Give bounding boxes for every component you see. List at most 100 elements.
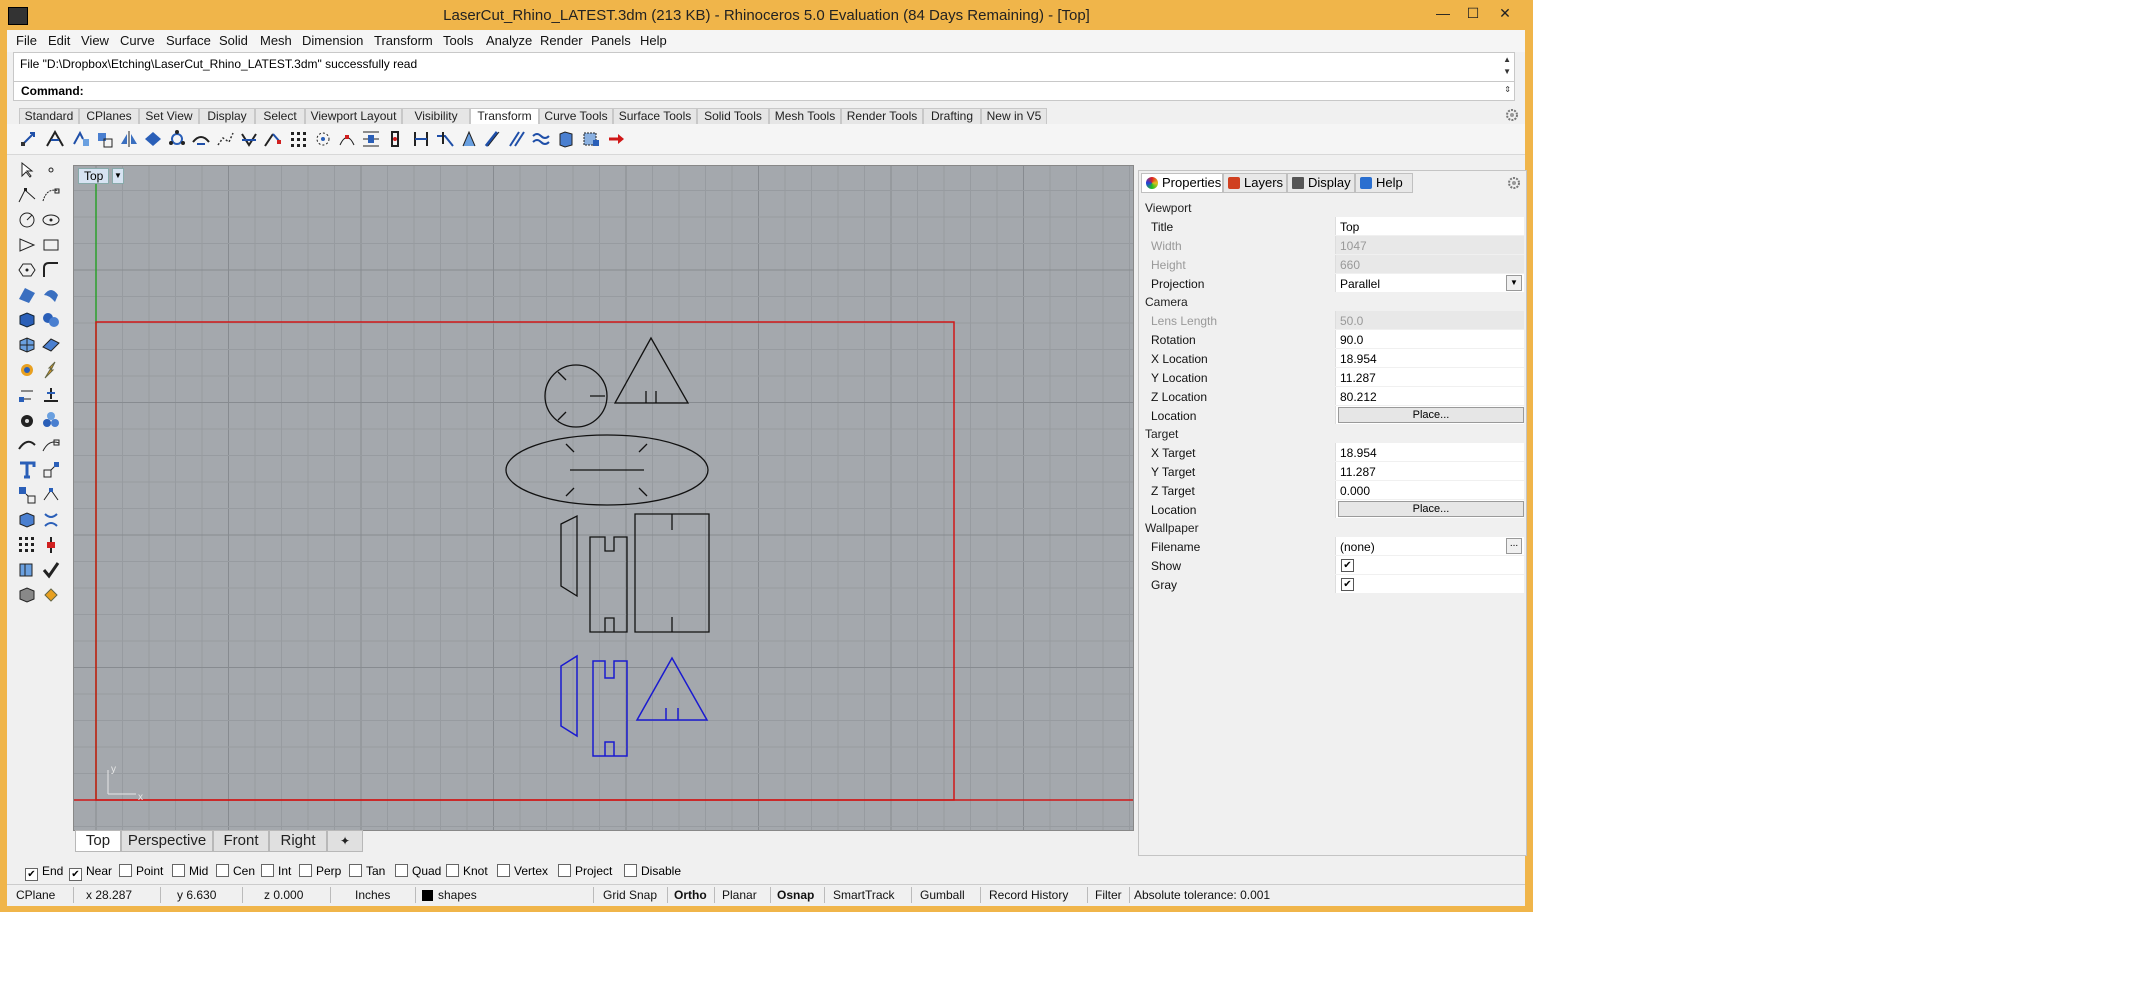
tab-set-view[interactable]: Set View [139,108,199,124]
command-history[interactable]: File "D:\Dropbox\Etching\LaserCut_Rhino_… [13,52,1515,82]
menu-solid[interactable]: Solid [219,33,248,48]
array-icon[interactable] [167,130,187,148]
paint-bucket-icon[interactable] [41,585,61,605]
arc-icon[interactable] [17,235,37,255]
projection-select[interactable]: Parallel ▼ [1335,274,1524,292]
gear-circle-shape[interactable] [544,364,608,428]
viewport-title-label[interactable]: Top [78,168,110,184]
menu-mesh[interactable]: Mesh [260,33,292,48]
command-input[interactable] [88,83,1488,97]
align-icon[interactable] [361,130,381,148]
osnap-knot-checkbox[interactable] [446,864,459,877]
tab-right[interactable]: Right [269,830,327,852]
y-location-value[interactable]: 11.287 [1335,368,1524,386]
filename-value[interactable]: (none)... [1335,537,1524,555]
scale-icon[interactable] [95,130,115,148]
osnap-near[interactable]: ✔ Near [69,864,112,881]
edit-points-icon[interactable] [41,485,61,505]
camera-place-button[interactable]: Place... [1338,407,1524,423]
polyline-icon[interactable] [17,185,37,205]
osnap-mid-checkbox[interactable] [172,864,185,877]
maximize-button[interactable]: ☐ [1458,2,1488,24]
lightning-icon[interactable] [41,360,61,380]
text-object-icon[interactable] [17,460,37,480]
osnap-vertex-checkbox[interactable] [497,864,510,877]
tab-surface-tools[interactable]: Surface Tools [613,108,697,124]
taper-icon[interactable] [239,130,259,148]
small-side-panel-shape[interactable] [560,514,578,598]
smash-icon[interactable] [435,130,455,148]
select-arrow-icon[interactable] [17,160,37,180]
tab-properties[interactable]: Properties [1141,173,1223,193]
status-units[interactable]: Inches [355,888,390,902]
curve-icon[interactable] [41,185,61,205]
menu-panels[interactable]: Panels [591,33,631,48]
mesh-tools-icon[interactable] [41,335,61,355]
record-history-toggle[interactable]: Record History [989,888,1068,902]
y-target-value[interactable]: 11.287 [1335,462,1524,480]
osnap-end-checkbox[interactable]: ✔ [25,868,38,881]
title-value[interactable]: Top [1335,217,1524,235]
tab-display-panel[interactable]: Display [1287,173,1355,193]
shade-icon[interactable] [17,585,37,605]
x-target-value[interactable]: 18.954 [1335,443,1524,461]
rectangle-icon[interactable] [41,235,61,255]
toolbar-settings-gear-icon[interactable] [1505,108,1519,122]
solid-tools-icon[interactable] [17,410,37,430]
next-arrow-icon[interactable] [607,130,627,148]
flow-along-surface-icon[interactable] [531,130,551,148]
polygon-icon[interactable] [17,260,37,280]
osnap-project[interactable]: Project [558,864,612,878]
panel-settings-gear-icon[interactable] [1507,176,1521,190]
mirror-icon[interactable] [119,130,139,148]
top-viewport[interactable]: y x Top ▼ [73,165,1134,831]
rotation-value[interactable]: 90.0 [1335,330,1524,348]
menu-help[interactable]: Help [640,33,667,48]
tab-perspective[interactable]: Perspective [121,830,213,852]
osnap-perp-checkbox[interactable] [299,864,312,877]
title-bar[interactable]: LaserCut_Rhino_LATEST.3dm (213 KB) - Rhi… [0,0,1533,30]
z-target-value[interactable]: 0.000 [1335,481,1524,499]
shear-icon[interactable] [459,130,479,148]
stretch-icon[interactable] [483,130,503,148]
tab-mesh-tools[interactable]: Mesh Tools [769,108,841,124]
scale-tool-icon[interactable] [41,460,61,480]
menu-dimension[interactable]: Dimension [302,33,363,48]
array-curve-icon[interactable] [337,130,357,148]
osnap-near-checkbox[interactable]: ✔ [69,868,82,881]
projection-chevron-down-icon[interactable]: ▼ [1506,275,1522,291]
boolean-union-icon[interactable] [41,310,61,330]
menu-file[interactable]: File [16,33,37,48]
grid-snap-toggle[interactable]: Grid Snap [603,888,657,902]
surface-from-points-icon[interactable] [17,285,37,305]
pipe-icon[interactable] [41,535,61,555]
tab-display[interactable]: Display [199,108,255,124]
bounding-box-icon[interactable] [581,130,601,148]
tab-visibility[interactable]: Visibility [402,108,470,124]
browse-filename-button[interactable]: ... [1506,538,1522,554]
scroll-down-icon[interactable]: ▼ [1503,67,1511,76]
set-points-icon[interactable] [385,130,405,148]
splop-icon[interactable] [507,130,527,148]
group-icon[interactable] [41,410,61,430]
tab-curve-tools[interactable]: Curve Tools [539,108,613,124]
tab-select[interactable]: Select [255,108,305,124]
osnap-int[interactable]: Int [261,864,291,878]
osnap-quad-checkbox[interactable] [395,864,408,877]
menu-tools[interactable]: Tools [443,33,473,48]
osnap-toggle[interactable]: Osnap [777,888,814,902]
status-current-layer[interactable]: shapes [438,888,477,902]
project-icon[interactable] [411,130,431,148]
selected-slotted-panel-shape[interactable] [592,660,628,757]
mesh-box-icon[interactable] [17,335,37,355]
tab-front[interactable]: Front [213,830,269,852]
dimension-icon[interactable] [17,385,37,405]
analyze-curvature-icon[interactable] [17,435,37,455]
orient-icon[interactable] [143,130,163,148]
menu-analyze[interactable]: Analyze [486,33,532,48]
osnap-vertex[interactable]: Vertex [497,864,548,878]
bend-icon[interactable] [215,130,235,148]
tab-viewport-layout[interactable]: Viewport Layout [305,108,402,124]
planar-toggle[interactable]: Planar [722,888,757,902]
filter-toggle[interactable]: Filter [1095,888,1122,902]
